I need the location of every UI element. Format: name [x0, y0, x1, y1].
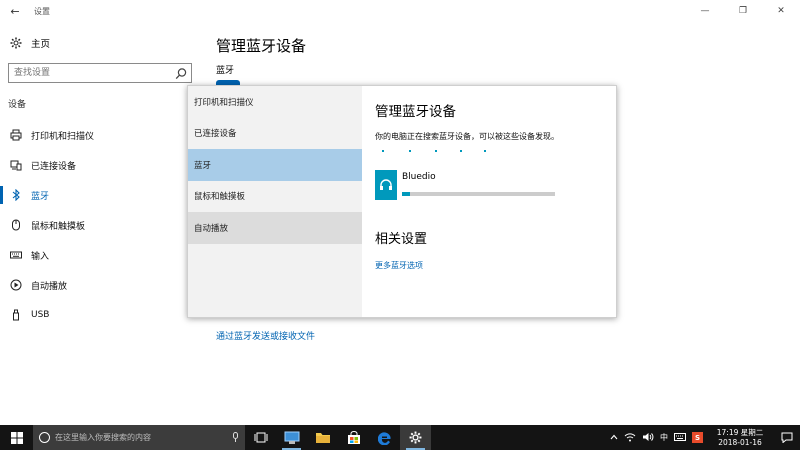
device-bluedio[interactable]: Bluedio — [375, 170, 575, 202]
notification-icon — [781, 432, 793, 443]
search-icon[interactable] — [175, 66, 187, 80]
nav-item-typing[interactable]: 输入 — [0, 240, 205, 270]
popup-description: 你的电脑正在搜索蓝牙设备，可以被这些设备发现。 — [375, 132, 559, 141]
bluetooth-icon — [9, 188, 23, 202]
nav-list: 打印机和扫描仪 已连接设备 蓝牙 鼠标和触摸板 输入 自动播放 USB — [0, 120, 205, 330]
nav-item-usb[interactable]: USB — [0, 300, 205, 330]
nav-item-label: 打印机和扫描仪 — [31, 131, 95, 142]
device-progress-bar — [402, 192, 555, 196]
volume-icon[interactable] — [642, 432, 654, 444]
bluetooth-toggle-label: 蓝牙 — [216, 66, 235, 76]
page-title: 管理蓝牙设备 — [216, 37, 307, 55]
nav-item-label: 输入 — [31, 251, 50, 262]
taskbar: 在这里输入你要搜索的内容 中 S 17:19 星期二 2018-01-16 — [0, 425, 800, 450]
network-icon[interactable] — [624, 432, 636, 444]
settings-preview-popup: 打印机和扫描仪 已连接设备 蓝牙 鼠标和触摸板 自动播放 管理蓝牙设备 你的电脑… — [187, 85, 617, 318]
nav-item-printers[interactable]: 打印机和扫描仪 — [0, 120, 205, 150]
popup-title: 管理蓝牙设备 — [375, 104, 456, 120]
keyboard-icon — [9, 248, 23, 262]
popup-item-printers[interactable]: 打印机和扫描仪 — [188, 86, 362, 118]
maximize-button[interactable]: ❐ — [724, 0, 762, 22]
nav-home-label: 主页 — [31, 39, 51, 50]
task-view-button[interactable] — [245, 425, 276, 450]
store-icon — [347, 430, 360, 444]
edge-button[interactable] — [369, 425, 400, 450]
window-title: 设置 — [34, 6, 50, 16]
taskbar-search-placeholder: 在这里输入你要搜索的内容 — [55, 433, 151, 442]
window-controls: — ❐ ✕ — [686, 0, 800, 22]
cortana-icon[interactable] — [39, 432, 50, 443]
back-button[interactable]: ← — [0, 0, 30, 22]
popup-item-autoplay[interactable]: 自动播放 — [188, 212, 362, 244]
keyboard-icon[interactable] — [674, 432, 686, 443]
send-receive-files-link[interactable]: 通过蓝牙发送或接收文件 — [216, 329, 315, 342]
mouse-icon — [9, 218, 23, 232]
devices-icon — [9, 158, 23, 172]
edge-icon — [377, 431, 390, 445]
nav-section-label: 设备 — [8, 100, 27, 110]
ime-indicator[interactable]: 中 — [660, 432, 668, 443]
settings-app-button[interactable] — [400, 425, 431, 450]
nav-item-label: 鼠标和触摸板 — [31, 221, 86, 232]
action-center-button[interactable] — [774, 425, 800, 450]
device-name: Bluedio — [402, 172, 436, 182]
nav-item-mouse[interactable]: 鼠标和触摸板 — [0, 210, 205, 240]
nav-item-connected-devices[interactable]: 已连接设备 — [0, 150, 205, 180]
store-button[interactable] — [338, 425, 369, 450]
taskbar-search[interactable]: 在这里输入你要搜索的内容 — [33, 425, 245, 450]
microphone-icon[interactable] — [232, 432, 239, 443]
related-settings-heading: 相关设置 — [375, 232, 428, 247]
task-view-icon — [254, 432, 267, 443]
usb-icon — [9, 308, 23, 322]
title-bar: ← 设置 — ❐ ✕ — [0, 0, 800, 22]
headset-icon — [375, 170, 397, 200]
settings-nav: 主页 设备 打印机和扫描仪 已连接设备 蓝牙 — [0, 22, 205, 425]
nav-home[interactable]: 主页 — [9, 36, 50, 50]
file-explorer-button[interactable] — [307, 425, 338, 450]
clock[interactable]: 17:19 星期二 2018-01-16 — [710, 428, 770, 448]
more-bluetooth-options-link[interactable]: 更多蓝牙选项 — [375, 260, 423, 271]
control-panel-icon — [284, 431, 299, 444]
antivirus-icon[interactable]: S — [692, 432, 703, 443]
control-panel-button[interactable] — [276, 425, 307, 450]
nav-item-bluetooth[interactable]: 蓝牙 — [0, 180, 205, 210]
file-explorer-icon — [315, 433, 330, 443]
chevron-up-icon[interactable] — [610, 433, 618, 442]
start-button[interactable] — [0, 425, 33, 450]
minimize-button[interactable]: — — [686, 0, 724, 22]
settings-search[interactable] — [8, 63, 192, 83]
clock-time: 17:19 星期二 — [716, 427, 764, 437]
popup-item-bluetooth[interactable]: 蓝牙 — [188, 149, 362, 181]
settings-icon — [409, 431, 422, 444]
popup-content: 管理蓝牙设备 你的电脑正在搜索蓝牙设备，可以被这些设备发现。 Bluedio 相… — [362, 86, 616, 317]
clock-date: 2018-01-16 — [718, 437, 762, 447]
popup-item-mouse[interactable]: 鼠标和触摸板 — [188, 181, 362, 213]
nav-item-label: USB — [31, 310, 50, 320]
nav-item-label: 蓝牙 — [31, 191, 50, 202]
close-button[interactable]: ✕ — [762, 0, 800, 22]
search-input[interactable] — [9, 64, 169, 82]
popup-nav: 打印机和扫描仪 已连接设备 蓝牙 鼠标和触摸板 自动播放 — [188, 86, 362, 317]
autoplay-icon — [9, 278, 23, 292]
nav-item-autoplay[interactable]: 自动播放 — [0, 270, 205, 300]
nav-item-label: 自动播放 — [31, 281, 68, 292]
nav-item-label: 已连接设备 — [31, 161, 77, 172]
searching-dots — [382, 150, 492, 154]
popup-item-connected-devices[interactable]: 已连接设备 — [188, 118, 362, 150]
system-tray: 中 S 17:19 星期二 2018-01-16 — [607, 425, 800, 450]
printer-icon — [9, 128, 23, 142]
windows-logo-icon — [10, 431, 23, 444]
device-progress-fill — [402, 192, 410, 196]
gear-icon — [9, 36, 23, 50]
